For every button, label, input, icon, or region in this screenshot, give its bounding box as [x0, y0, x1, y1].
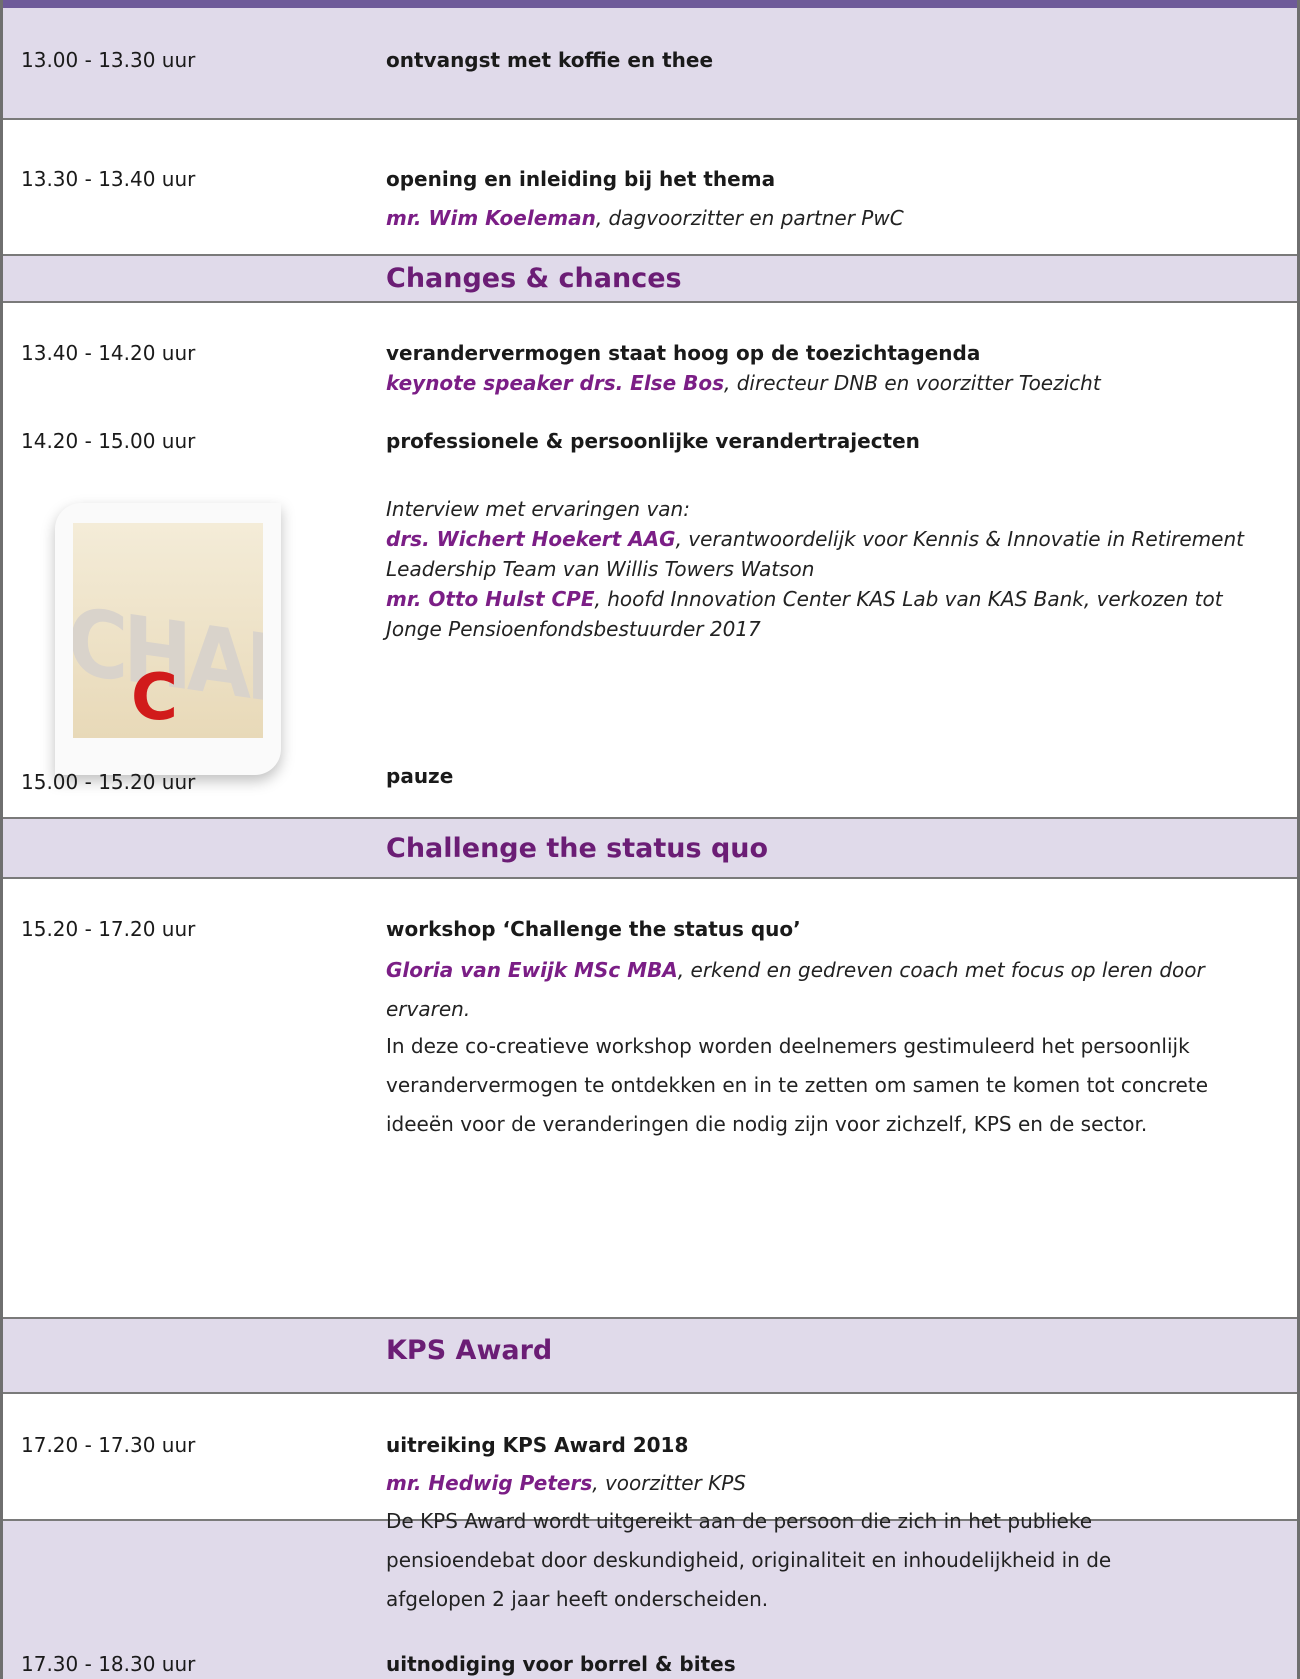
speaker-line: mr. Wim Koeleman, dagvoorzitter en partn… [386, 206, 904, 230]
slot-time: 17.20 - 17.30 uur [21, 1433, 196, 1457]
speaker-name: drs. Wichert Hoekert AAG [386, 527, 676, 551]
description-line: De KPS Award wordt uitgereikt aan de per… [386, 1509, 1093, 1533]
description-line: afgelopen 2 jaar heeft onderscheiden. [386, 1587, 769, 1611]
speaker-name: mr. Hedwig Peters [386, 1471, 593, 1495]
section-heading: KPS Award [386, 1335, 553, 1366]
speaker-role: , hoofd Innovation Center KAS Lab van KA… [594, 587, 1223, 611]
speaker-role-cont: Jonge Pensioenfondsbestuurder 2017 [386, 617, 761, 641]
slot-time: 13.40 - 14.20 uur [21, 341, 196, 365]
speaker-role-cont: Leadership Team van Willis Towers Watson [386, 557, 815, 581]
slot-title: uitreiking KPS Award 2018 [386, 1433, 689, 1457]
divider [0, 118, 1300, 120]
speaker-name: mr. Wim Koeleman [386, 206, 596, 230]
speaker-name: mr. Otto Hulst CPE [386, 587, 595, 611]
image-letter: C [131, 661, 178, 735]
divider [0, 877, 1300, 879]
divider [0, 254, 1300, 256]
interview-intro: Interview met ervaringen van: [386, 497, 690, 521]
divider [0, 817, 1300, 819]
section-heading: Changes & chances [386, 263, 682, 294]
slot-time: 13.30 - 13.40 uur [21, 167, 196, 191]
speaker-line: mr. Hedwig Peters, voorzitter KPS [386, 1471, 746, 1495]
band-award [0, 1318, 1300, 1393]
slot-title: pauze [386, 764, 454, 788]
speaker-role: , voorzitter KPS [592, 1471, 746, 1495]
speaker-line: keynote speaker drs. Else Bos, directeur… [386, 371, 1101, 395]
divider [0, 301, 1300, 303]
divider [0, 1392, 1300, 1394]
speaker-name: keynote speaker drs. Else Bos [386, 371, 724, 395]
change-illustration: CHANGE C [73, 523, 263, 738]
divider [0, 1317, 1300, 1319]
speaker-name: Gloria van Ewijk MSc MBA [386, 958, 678, 982]
slot-title: opening en inleiding bij het thema [386, 167, 776, 191]
section-heading: Challenge the status quo [386, 833, 769, 864]
description-line: ideeën voor de veranderingen die nodig z… [386, 1112, 1148, 1136]
description-line: pensioendebat door deskundigheid, origin… [386, 1548, 1112, 1572]
slot-title: uitnodiging voor borrel & bites [386, 1652, 736, 1676]
slot-title: ontvangst met koffie en thee [386, 48, 714, 72]
speaker-line: Gloria van Ewijk MSc MBA, erkend en gedr… [386, 958, 1205, 982]
slot-time: 15.20 - 17.20 uur [21, 917, 196, 941]
speaker-role: , verantwoordelijk voor Kennis & Innovat… [675, 527, 1244, 551]
speaker-role: , directeur DNB en voorzitter Toezicht [724, 371, 1101, 395]
slot-title: workshop ‘Challenge the status quo’ [386, 917, 801, 941]
slot-time: 14.20 - 15.00 uur [21, 429, 196, 453]
speaker-line: drs. Wichert Hoekert AAG, verantwoordeli… [386, 527, 1244, 551]
slot-time: 13.00 - 13.30 uur [21, 48, 196, 72]
speaker-role: , dagvoorzitter en partner PwC [595, 206, 904, 230]
slot-time: 17.30 - 18.30 uur [21, 1652, 196, 1676]
slot-title: verandervermogen staat hoog op de toezic… [386, 341, 981, 365]
description-line: verandervermogen te ontdekken en in te z… [386, 1073, 1209, 1097]
slot-time: 15.00 - 15.20 uur [21, 770, 196, 794]
speaker-role-cont: ervaren. [386, 997, 471, 1021]
description-line: In deze co-creatieve workshop worden dee… [386, 1034, 1190, 1058]
change-image: CHANGE C [55, 503, 281, 775]
speaker-role: , erkend en gedreven coach met focus op … [677, 958, 1205, 982]
slot-title: professionele & persoonlijke verandertra… [386, 429, 920, 453]
top-accent-bar [0, 0, 1300, 8]
speaker-line: mr. Otto Hulst CPE, hoofd Innovation Cen… [386, 587, 1223, 611]
